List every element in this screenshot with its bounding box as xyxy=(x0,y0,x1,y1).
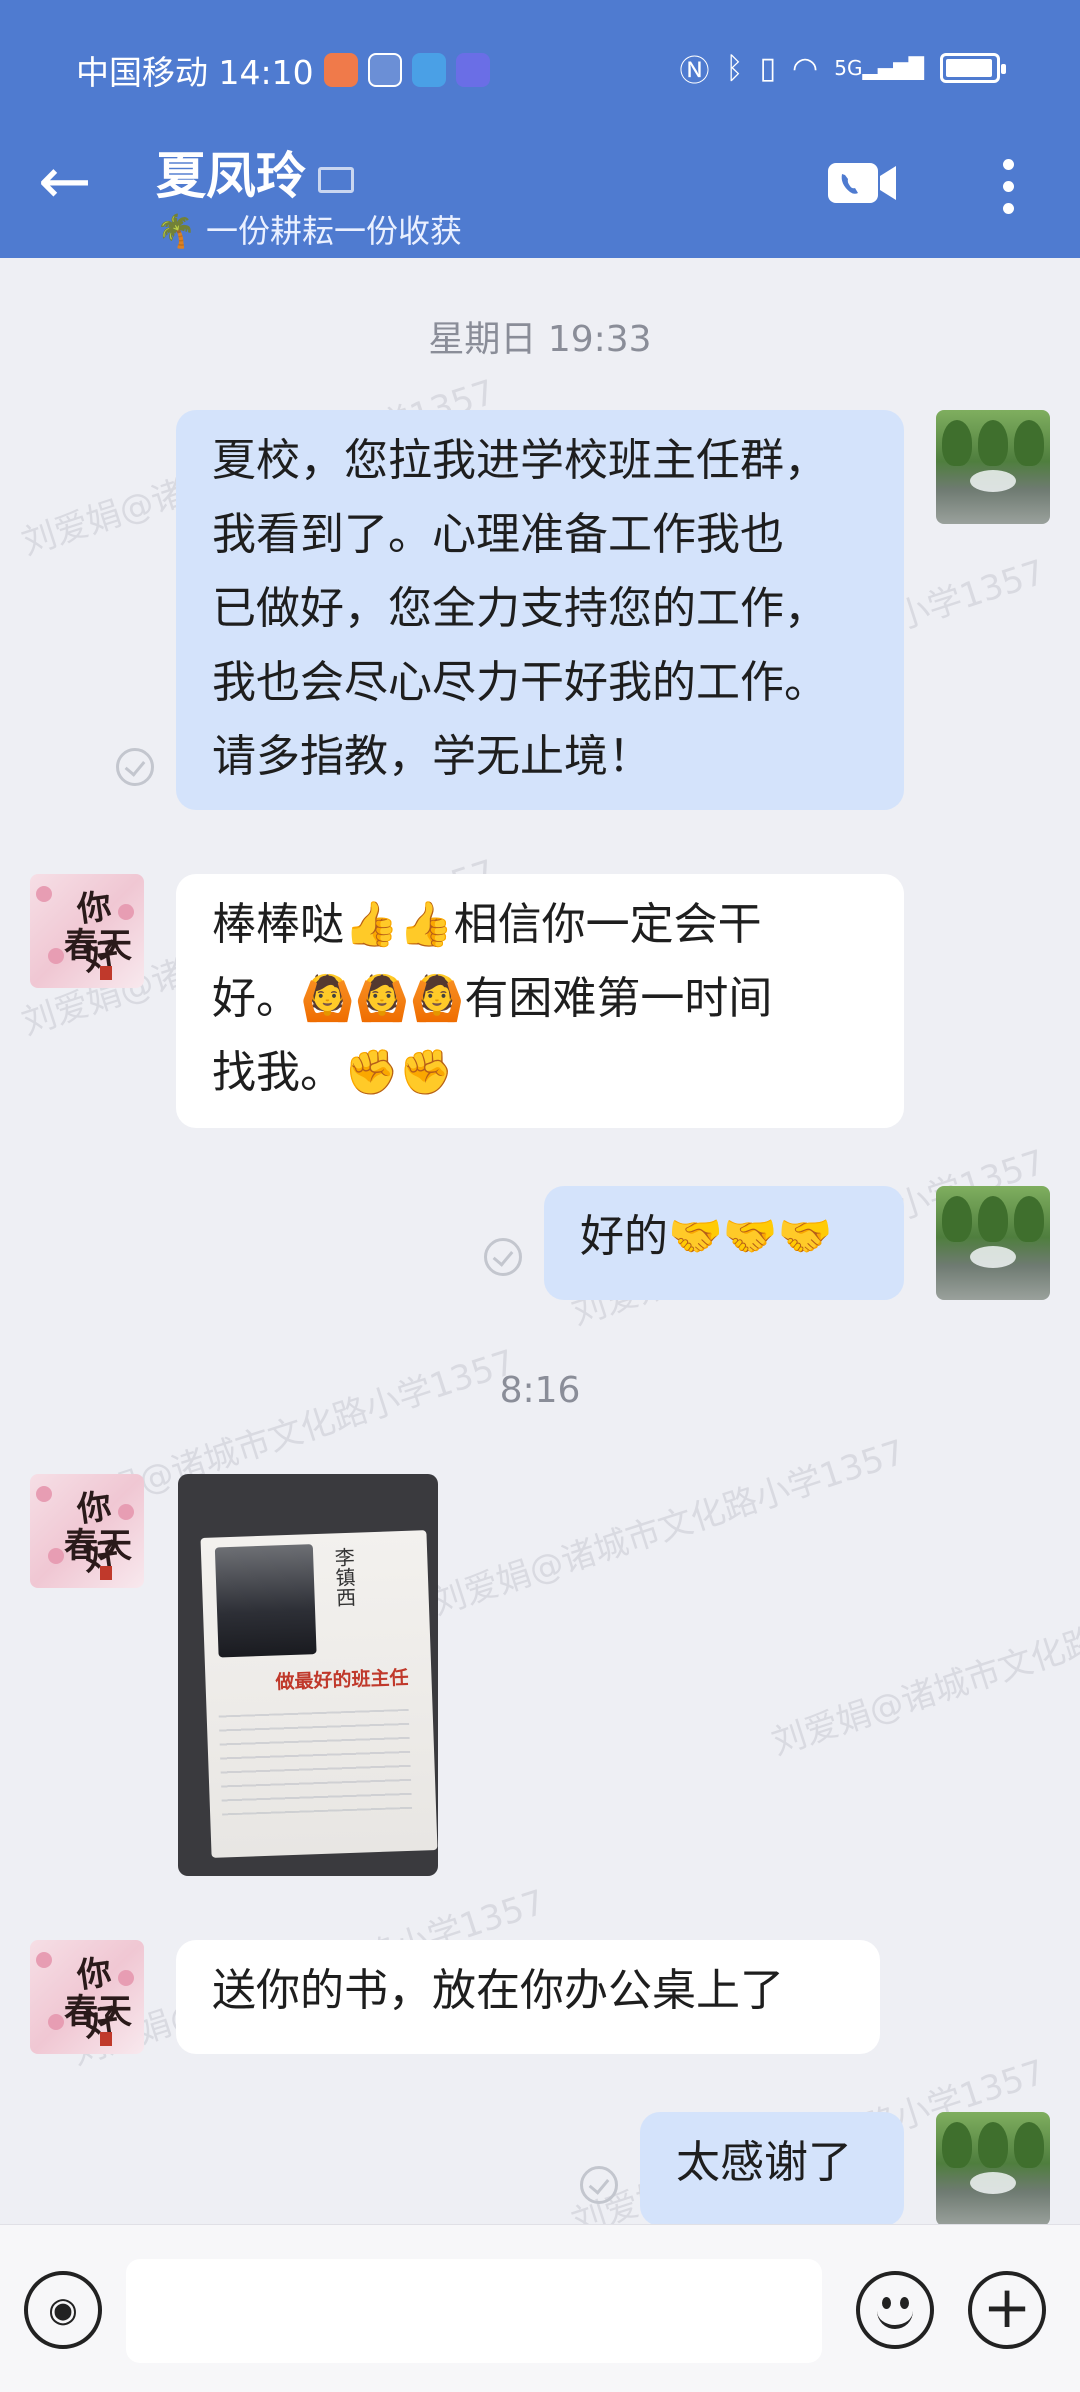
contact-name: 夏凤玲 xyxy=(156,136,354,208)
avatar-text: 春天 xyxy=(64,926,132,966)
status-bar: 中国移动 14:10 Ⓝ ᛒ ▯ ◠ 5G▂▄▆█ xyxy=(0,40,1080,96)
my-avatar[interactable] xyxy=(936,2112,1050,2226)
bluetooth-icon: ᛒ xyxy=(725,50,744,86)
author-photo xyxy=(214,1544,317,1658)
message-bubble-outgoing[interactable]: 太感谢了 xyxy=(640,2112,904,2226)
notification-message-icon xyxy=(455,53,490,87)
voice-input-button[interactable]: ◉ xyxy=(24,2271,102,2349)
notification-wallet-icon xyxy=(411,53,446,87)
message-input[interactable] xyxy=(126,2259,822,2363)
book-title: 做最好的班主任 xyxy=(275,1666,409,1694)
read-receipt-icon xyxy=(116,748,154,786)
nfc-icon: Ⓝ xyxy=(679,54,710,89)
timestamp: 星期日 19:33 xyxy=(428,319,652,360)
notification-hand-icon xyxy=(367,53,402,87)
my-avatar[interactable] xyxy=(936,410,1050,524)
book-cover: 李镇西 做最好的班主任 xyxy=(200,1530,438,1858)
message-bubble-outgoing[interactable]: 好的🤝🤝🤝 xyxy=(544,1186,904,1300)
avatar-text: 春天 xyxy=(64,1526,132,1566)
timestamp: 8:16 xyxy=(499,1370,581,1411)
read-receipt-icon xyxy=(484,1238,522,1276)
carrier-time: 中国移动 14:10 xyxy=(76,53,314,92)
contact-avatar[interactable]: 你好 春天 xyxy=(30,1474,144,1588)
contact-signature: 🌴 一份耕耘一份收获 xyxy=(156,212,463,250)
emoji-button[interactable] xyxy=(856,2271,934,2349)
battery-icon xyxy=(940,53,1006,83)
contact-name-text: 夏凤玲 xyxy=(156,147,306,205)
network-type: 5G xyxy=(834,56,863,80)
back-button[interactable]: ← xyxy=(38,150,108,220)
wifi-icon: ◠ xyxy=(792,50,819,86)
chat-header: 中国移动 14:10 Ⓝ ᛒ ▯ ◠ 5G▂▄▆█ ← 夏凤玲 🌴 一份耕耘一份… xyxy=(0,0,1080,258)
contact-avatar[interactable]: 你好 春天 xyxy=(30,874,144,988)
more-options-button[interactable] xyxy=(990,154,1026,220)
avatar-text: 春天 xyxy=(64,1992,132,2032)
message-bubble-incoming[interactable]: 送你的书，放在你办公桌上了 xyxy=(176,1940,880,2054)
desktop-online-icon xyxy=(318,166,354,193)
read-receipt-icon xyxy=(580,2166,618,2204)
message-bubble-incoming[interactable]: 棒棒哒👍👍相信你一定会干 好。🙆🙆🙆有困难第一时间 找我。✊✊ xyxy=(176,874,904,1128)
notification-app-icon xyxy=(323,53,358,87)
my-avatar[interactable] xyxy=(936,1186,1050,1300)
video-call-icon[interactable] xyxy=(826,160,898,206)
more-functions-button[interactable]: + xyxy=(968,2271,1046,2349)
watermark: 刘爱娟@诸城市文化路小学1357 xyxy=(427,1432,910,1624)
image-message[interactable]: 李镇西 做最好的班主任 xyxy=(178,1474,438,1876)
watermark: 刘爱娟@诸城市文化路小学1357 xyxy=(767,1572,1080,1764)
signal-icon: 5G▂▄▆█ xyxy=(834,56,924,80)
voice-icon: ◉ xyxy=(48,2290,78,2330)
message-bubble-outgoing[interactable]: 夏校，您拉我进学校班主任群， 我看到了。心理准备工作我也 已做好，您全力支持您的… xyxy=(176,410,904,810)
vibrate-icon: ▯ xyxy=(759,50,777,86)
contact-avatar[interactable]: 你好 春天 xyxy=(30,1940,144,2054)
book-author: 李镇西 xyxy=(330,1546,357,1608)
input-bar: ◉ + xyxy=(0,2224,1080,2392)
